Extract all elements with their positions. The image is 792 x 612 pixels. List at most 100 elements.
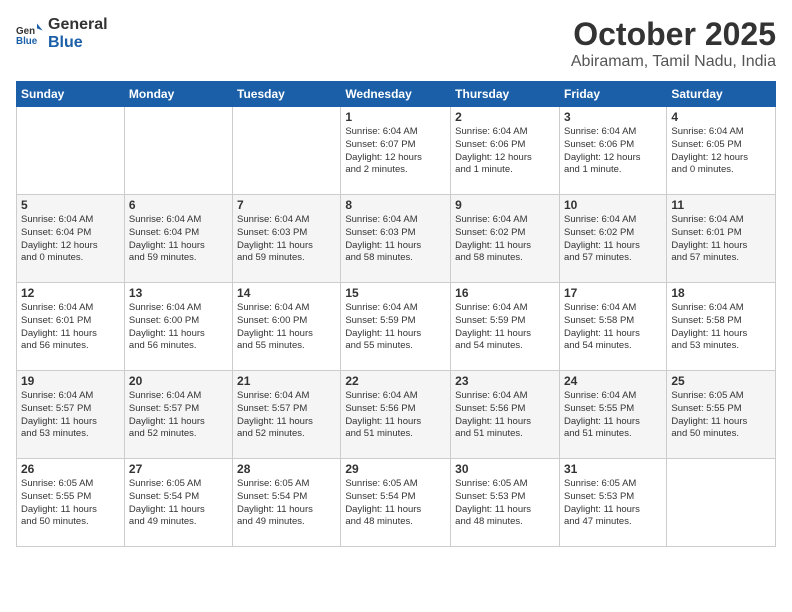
day-cell: 19 Sunrise: 6:04 AMSunset: 5:57 PMDayligh…	[17, 371, 125, 459]
week-row-1: 1 Sunrise: 6:04 AMSunset: 6:07 PMDaylight…	[17, 107, 776, 195]
day-cell: 30 Sunrise: 6:05 AMSunset: 5:53 PMDayligh…	[451, 459, 560, 547]
day-info: Sunrise: 6:04 AMSunset: 5:57 PMDaylight:…	[237, 390, 336, 441]
day-cell: 8 Sunrise: 6:04 AMSunset: 6:03 PMDaylight…	[341, 195, 451, 283]
day-cell	[17, 107, 125, 195]
day-info: Sunrise: 6:04 AMSunset: 5:58 PMDaylight:…	[671, 302, 771, 353]
weekday-header-sunday: Sunday	[17, 82, 125, 107]
day-number: 10	[564, 198, 662, 212]
day-cell: 2 Sunrise: 6:04 AMSunset: 6:06 PMDaylight…	[451, 107, 560, 195]
day-cell: 27 Sunrise: 6:05 AMSunset: 5:54 PMDayligh…	[124, 459, 232, 547]
day-number: 17	[564, 286, 662, 300]
day-info: Sunrise: 6:04 AMSunset: 6:04 PMDaylight:…	[129, 214, 228, 265]
day-number: 9	[455, 198, 555, 212]
day-info: Sunrise: 6:04 AMSunset: 6:03 PMDaylight:…	[237, 214, 336, 265]
day-number: 30	[455, 462, 555, 476]
day-cell: 16 Sunrise: 6:04 AMSunset: 5:59 PMDayligh…	[451, 283, 560, 371]
day-info: Sunrise: 6:04 AMSunset: 5:55 PMDaylight:…	[564, 390, 662, 441]
day-info: Sunrise: 6:04 AMSunset: 6:02 PMDaylight:…	[564, 214, 662, 265]
day-cell: 15Sunrise: 6:04 AMSunset: 5:59 PMDayligh…	[341, 283, 451, 371]
day-number: 2	[455, 110, 555, 124]
day-cell: 13Sunrise: 6:04 AMSunset: 6:00 PMDayligh…	[124, 283, 232, 371]
week-row-3: 12 Sunrise: 6:04 AMSunset: 6:01 PMDayligh…	[17, 283, 776, 371]
weekday-header-saturday: Saturday	[667, 82, 776, 107]
day-number: 11	[671, 198, 771, 212]
day-cell: 29 Sunrise: 6:05 AMSunset: 5:54 PMDayligh…	[341, 459, 451, 547]
day-number: 19	[21, 374, 120, 388]
day-info: Sunrise: 6:05 AMSunset: 5:55 PMDaylight:…	[671, 390, 771, 441]
day-info: Sunrise: 6:04 AMSunset: 6:05 PMDaylight:…	[671, 126, 771, 177]
logo-text-blue: Blue	[48, 34, 108, 52]
day-cell: 9 Sunrise: 6:04 AMSunset: 6:02 PMDaylight…	[451, 195, 560, 283]
day-number: 12	[21, 286, 120, 300]
day-cell	[667, 459, 776, 547]
day-cell: 12 Sunrise: 6:04 AMSunset: 6:01 PMDayligh…	[17, 283, 125, 371]
day-info: Sunrise: 6:04 AMSunset: 6:04 PMDaylight:…	[21, 214, 120, 265]
day-info: Sunrise: 6:05 AMSunset: 5:54 PMDaylight:…	[237, 478, 336, 529]
weekday-header-row: SundayMondayTuesdayWednesdayThursdayFrid…	[17, 82, 776, 107]
day-number: 3	[564, 110, 662, 124]
month-title: October 2025	[571, 16, 776, 53]
day-number: 8	[345, 198, 446, 212]
day-cell: 14 Sunrise: 6:04 AMSunset: 6:00 PMDayligh…	[233, 283, 341, 371]
week-row-2: 5 Sunrise: 6:04 AMSunset: 6:04 PMDaylight…	[17, 195, 776, 283]
day-cell: 28 Sunrise: 6:05 AMSunset: 5:54 PMDayligh…	[233, 459, 341, 547]
day-cell: 4 Sunrise: 6:04 AMSunset: 6:05 PMDaylight…	[667, 107, 776, 195]
day-cell: 18 Sunrise: 6:04 AMSunset: 5:58 PMDayligh…	[667, 283, 776, 371]
svg-text:Blue: Blue	[16, 35, 38, 46]
day-info: Sunrise: 6:04 AMSunset: 6:03 PMDaylight:…	[345, 214, 446, 265]
day-cell: 6 Sunrise: 6:04 AMSunset: 6:04 PMDaylight…	[124, 195, 232, 283]
day-number: 28	[237, 462, 336, 476]
day-number: 25	[671, 374, 771, 388]
day-number: 4	[671, 110, 771, 124]
day-number: 26	[21, 462, 120, 476]
day-info: Sunrise: 6:05 AMSunset: 5:54 PMDaylight:…	[345, 478, 446, 529]
day-number: 27	[129, 462, 228, 476]
day-number: 29	[345, 462, 446, 476]
day-info: Sunrise: 6:04 AMSunset: 6:06 PMDaylight:…	[455, 126, 555, 177]
calendar-table: SundayMondayTuesdayWednesdayThursdayFrid…	[16, 81, 776, 547]
day-number: 6	[129, 198, 228, 212]
day-number: 5	[21, 198, 120, 212]
weekday-header-tuesday: Tuesday	[233, 82, 341, 107]
day-info: Sunrise: 6:04 AMSunset: 5:59 PMDaylight:…	[455, 302, 555, 353]
weekday-header-thursday: Thursday	[451, 82, 560, 107]
day-info: Sunrise: 6:04 AMSunset: 6:01 PMDaylight:…	[671, 214, 771, 265]
day-cell: 11 Sunrise: 6:04 AMSunset: 6:01 PMDayligh…	[667, 195, 776, 283]
weekday-header-friday: Friday	[559, 82, 666, 107]
day-number: 1	[345, 110, 446, 124]
day-info: Sunrise: 6:05 AMSunset: 5:54 PMDaylight:…	[129, 478, 228, 529]
day-info: Sunrise: 6:05 AMSunset: 5:53 PMDaylight:…	[455, 478, 555, 529]
day-info: Sunrise: 6:04 AMSunset: 6:00 PMDaylight:…	[237, 302, 336, 353]
day-cell: 10 Sunrise: 6:04 AMSunset: 6:02 PMDayligh…	[559, 195, 666, 283]
day-number: 24	[564, 374, 662, 388]
week-row-5: 26Sunrise: 6:05 AMSunset: 5:55 PMDayligh…	[17, 459, 776, 547]
day-number: 31	[564, 462, 662, 476]
logo: Gen Blue General Blue	[16, 16, 108, 51]
day-cell	[124, 107, 232, 195]
day-cell: 5 Sunrise: 6:04 AMSunset: 6:04 PMDaylight…	[17, 195, 125, 283]
day-cell: 20 Sunrise: 6:04 AMSunset: 5:57 PMDayligh…	[124, 371, 232, 459]
day-number: 20	[129, 374, 228, 388]
day-cell: 17 Sunrise: 6:04 AMSunset: 5:58 PMDayligh…	[559, 283, 666, 371]
day-number: 14	[237, 286, 336, 300]
day-cell: 24 Sunrise: 6:04 AMSunset: 5:55 PMDayligh…	[559, 371, 666, 459]
day-cell: 3 Sunrise: 6:04 AMSunset: 6:06 PMDaylight…	[559, 107, 666, 195]
day-cell: 26Sunrise: 6:05 AMSunset: 5:55 PMDayligh…	[17, 459, 125, 547]
day-cell: 1 Sunrise: 6:04 AMSunset: 6:07 PMDaylight…	[341, 107, 451, 195]
day-info: Sunrise: 6:04 AMSunset: 5:57 PMDaylight:…	[129, 390, 228, 441]
day-cell: 31Sunrise: 6:05 AMSunset: 5:53 PMDayligh…	[559, 459, 666, 547]
day-info: Sunrise: 6:04 AMSunset: 6:06 PMDaylight:…	[564, 126, 662, 177]
day-cell	[233, 107, 341, 195]
day-info: Sunrise: 6:04 AMSunset: 5:58 PMDaylight:…	[564, 302, 662, 353]
day-info: Sunrise: 6:04 AMSunset: 6:02 PMDaylight:…	[455, 214, 555, 265]
day-info: Sunrise: 6:04 AMSunset: 6:07 PMDaylight:…	[345, 126, 446, 177]
weekday-header-wednesday: Wednesday	[341, 82, 451, 107]
day-number: 16	[455, 286, 555, 300]
week-row-4: 19 Sunrise: 6:04 AMSunset: 5:57 PMDayligh…	[17, 371, 776, 459]
day-number: 18	[671, 286, 771, 300]
day-number: 22	[345, 374, 446, 388]
day-info: Sunrise: 6:04 AMSunset: 5:57 PMDaylight:…	[21, 390, 120, 441]
day-number: 7	[237, 198, 336, 212]
day-info: Sunrise: 6:04 AMSunset: 6:01 PMDaylight:…	[21, 302, 120, 353]
day-cell: 23Sunrise: 6:04 AMSunset: 5:56 PMDayligh…	[451, 371, 560, 459]
